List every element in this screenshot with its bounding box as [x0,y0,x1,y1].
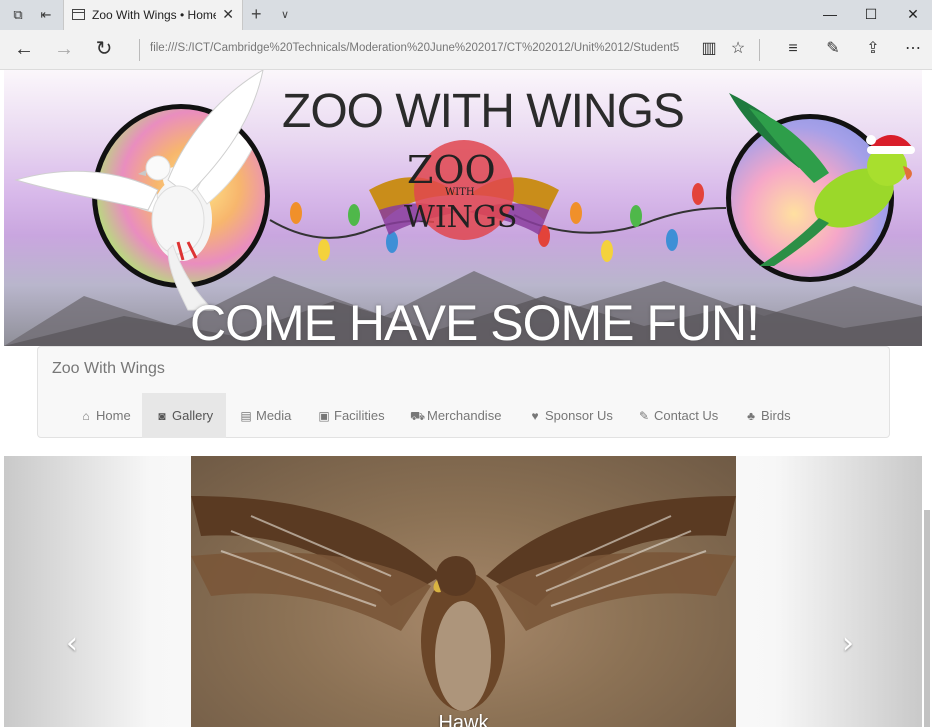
forward-icon[interactable]: → [52,38,76,60]
nav-item-contact-us[interactable]: ✎ Contact Us [624,393,731,438]
close-icon[interactable]: ✕ [222,6,234,23]
address-bar[interactable]: file:///S:/ICT/Cambridge%20Technicals/Mo… [150,42,685,54]
logo-text-wings: WINGS [404,200,518,235]
nav-item-label: Facilities [334,408,385,423]
tab-active[interactable]: Zoo With Wings • Home ✕ [63,0,243,30]
share-icon[interactable]: ⇪ [862,39,884,59]
tab-title: Zoo With Wings • Home [92,8,216,22]
back-icon[interactable]: ← [12,38,36,60]
gallery-carousel: Hawk ‹ › [4,456,922,727]
home-icon: ⌂ [82,409,90,423]
nav-item-merchandise[interactable]: ⛟ Merchandise [397,393,514,438]
navbar-brand[interactable]: Zoo With Wings [52,360,165,378]
nav-item-label: Sponsor Us [545,408,613,423]
logo-text-with: WITH [445,187,475,198]
cart-icon: ⛟ [410,409,426,423]
nav-menu: ⌂ Home ◙ Gallery ▤ Media ▣ Facilities ⛟ Merch… [38,393,891,438]
nav-item-label: Merchandise [427,408,502,423]
nav-item-birds[interactable]: ♣ Birds [731,393,804,438]
carousel-caption: Hawk [438,712,489,727]
tree-icon: ♣ [747,409,755,423]
nav-item-label: Gallery [172,408,214,423]
hawk-image [191,496,736,711]
nav-item-label: Contact Us [654,408,719,423]
more-icon[interactable]: ⋯ [902,39,924,59]
nav-item-label: Home [96,408,131,423]
carousel-slide-image: Hawk [191,456,736,727]
scrollbar-thumb[interactable] [924,510,930,727]
page-scrollbar[interactable] [922,70,932,727]
maximize-icon[interactable]: ☐ [861,6,881,23]
web-page: ZOO WITH WINGS ZOO WITH WINGS COME HAVE … [4,70,922,727]
site-banner: ZOO WITH WINGS ZOO WITH WINGS COME HAVE … [4,70,922,346]
nav-item-label: Birds [761,408,791,423]
nav-item-gallery[interactable]: ◙ Gallery [142,393,227,438]
logo-text-zoo: ZOO [407,148,496,192]
chevron-down-icon[interactable]: ∨ [281,8,289,21]
heart-icon: ♥ [531,409,539,423]
divider [139,39,140,61]
divider [759,39,760,61]
address-toolbar: ← → ↻ file:///S:/ICT/Cambridge%20Technic… [0,30,932,70]
page-icon [72,9,85,20]
nav-item-sponsor-us[interactable]: ♥ Sponsor Us [515,393,626,438]
nav-item-label: Media [256,408,292,423]
refresh-icon[interactable]: ↻ [92,38,116,60]
tab-list-icon[interactable]: ⧉ [10,7,26,23]
favorite-star-icon[interactable]: ☆ [727,39,749,59]
pencil-icon: ✎ [638,409,650,423]
film-icon: ▤ [240,409,252,423]
facilities-icon: ▣ [318,409,330,423]
tab-strip: ⧉ ⇤ Zoo With Wings • Home ✕ + ∨ — ☐ ✕ [0,0,932,30]
set-aside-icon[interactable]: ⇤ [38,7,54,23]
site-navbar: Zoo With Wings ⌂ Home ◙ Gallery ▤ Media ▣ Fa… [37,346,890,438]
plus-icon[interactable]: + [251,5,262,23]
minimize-icon[interactable]: — [820,6,840,22]
banner-title: ZOO WITH WINGS [282,85,685,138]
banner-tagline: COME HAVE SOME FUN! [190,295,760,346]
carousel-prev-icon[interactable]: ‹ [66,626,78,661]
camera-icon: ◙ [158,409,166,423]
nav-item-media[interactable]: ▤ Media [226,393,304,438]
browser-window: ⧉ ⇤ Zoo With Wings • Home ✕ + ∨ — ☐ ✕ ← … [0,0,932,727]
carousel-next-icon[interactable]: › [842,626,854,661]
nav-item-home[interactable]: ⌂ Home [66,393,144,438]
notes-pen-icon[interactable]: ✎ [822,39,844,59]
window-close-icon[interactable]: ✕ [903,6,923,23]
reading-view-icon[interactable]: ▥ [698,39,720,59]
nav-item-facilities[interactable]: ▣ Facilities [304,393,398,438]
hub-icon[interactable]: ≡ [782,39,804,59]
